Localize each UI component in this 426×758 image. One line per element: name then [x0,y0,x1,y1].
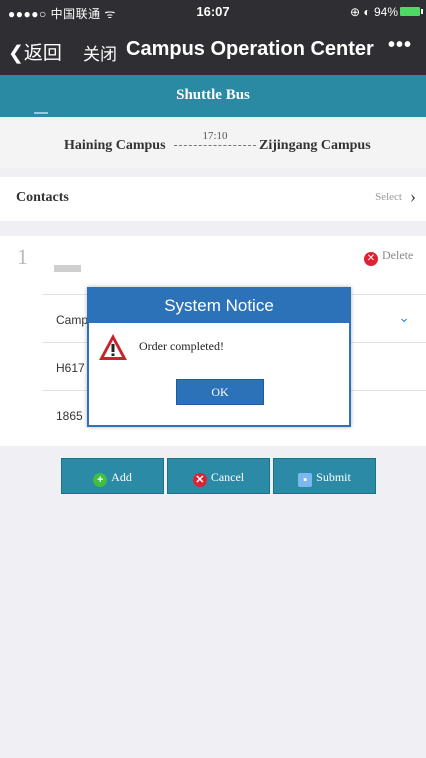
action-bar: + Add ✕ Cancel ▪ Submit [0,458,426,494]
delete-icon: ✕ [364,252,378,266]
route-info: Haining Campus 17:10 Zijingang Campus [0,120,426,168]
status-battery-text: ⊕ ◐ 94% [350,5,398,19]
plus-icon: + [93,473,108,487]
status-bar: ●●●●○ 中国联通 ᯤ 16:07 ⊕ ◐ 94% [0,0,426,22]
cancel-button[interactable]: ✕ Cancel [167,458,270,494]
delete-button[interactable]: ✕ Delete [364,248,413,266]
chevron-right-icon[interactable]: › [410,186,416,207]
dialog-title: System Notice [89,289,349,323]
system-notice-dialog: System Notice Order completed! OK [87,287,351,427]
phone-value: 1865 [56,409,83,423]
close-button[interactable]: 关闭 [83,40,117,65]
header-indicator [34,112,48,114]
more-icon[interactable]: ••• [388,34,412,57]
page-title: Campus Operation Center [126,38,374,60]
add-button[interactable]: + Add [61,458,164,494]
section-title: Shuttle Bus [176,87,250,103]
contacts-row[interactable]: Contacts Select › [0,177,426,221]
id-value: H617 [56,361,85,375]
warning-icon [99,334,127,360]
route-from: Haining Campus [64,138,166,153]
add-label: Add [111,470,132,484]
select-link[interactable]: Select [375,191,402,203]
ok-button[interactable]: OK [176,379,264,405]
chevron-down-icon[interactable]: ⌄ [398,309,410,326]
nav-bar: ❮返回 关闭 Campus Operation Center ••• [0,32,426,70]
route-to: Zijingang Campus [259,138,371,153]
entry-index: 1 [17,244,28,269]
cancel-icon: ✕ [192,473,207,487]
redacted-name [54,265,81,272]
submit-button[interactable]: ▪ Submit [273,458,376,494]
section-header: Shuttle Bus [0,75,426,117]
back-button[interactable]: ❮返回 [8,38,62,65]
dialog-message: Order completed! [139,339,224,353]
save-icon: ▪ [298,473,313,487]
campus-value: Camp [56,313,89,327]
battery-icon [400,7,423,16]
route-time: 17:10 [174,130,256,146]
top-bar: ●●●●○ 中国联通 ᯤ 16:07 ⊕ ◐ 94% ❮返回 关闭 Campus… [0,0,426,75]
contacts-label: Contacts [16,190,69,205]
delete-label: Delete [382,248,414,262]
cancel-label: Cancel [210,470,245,484]
submit-label: Submit [316,470,351,484]
